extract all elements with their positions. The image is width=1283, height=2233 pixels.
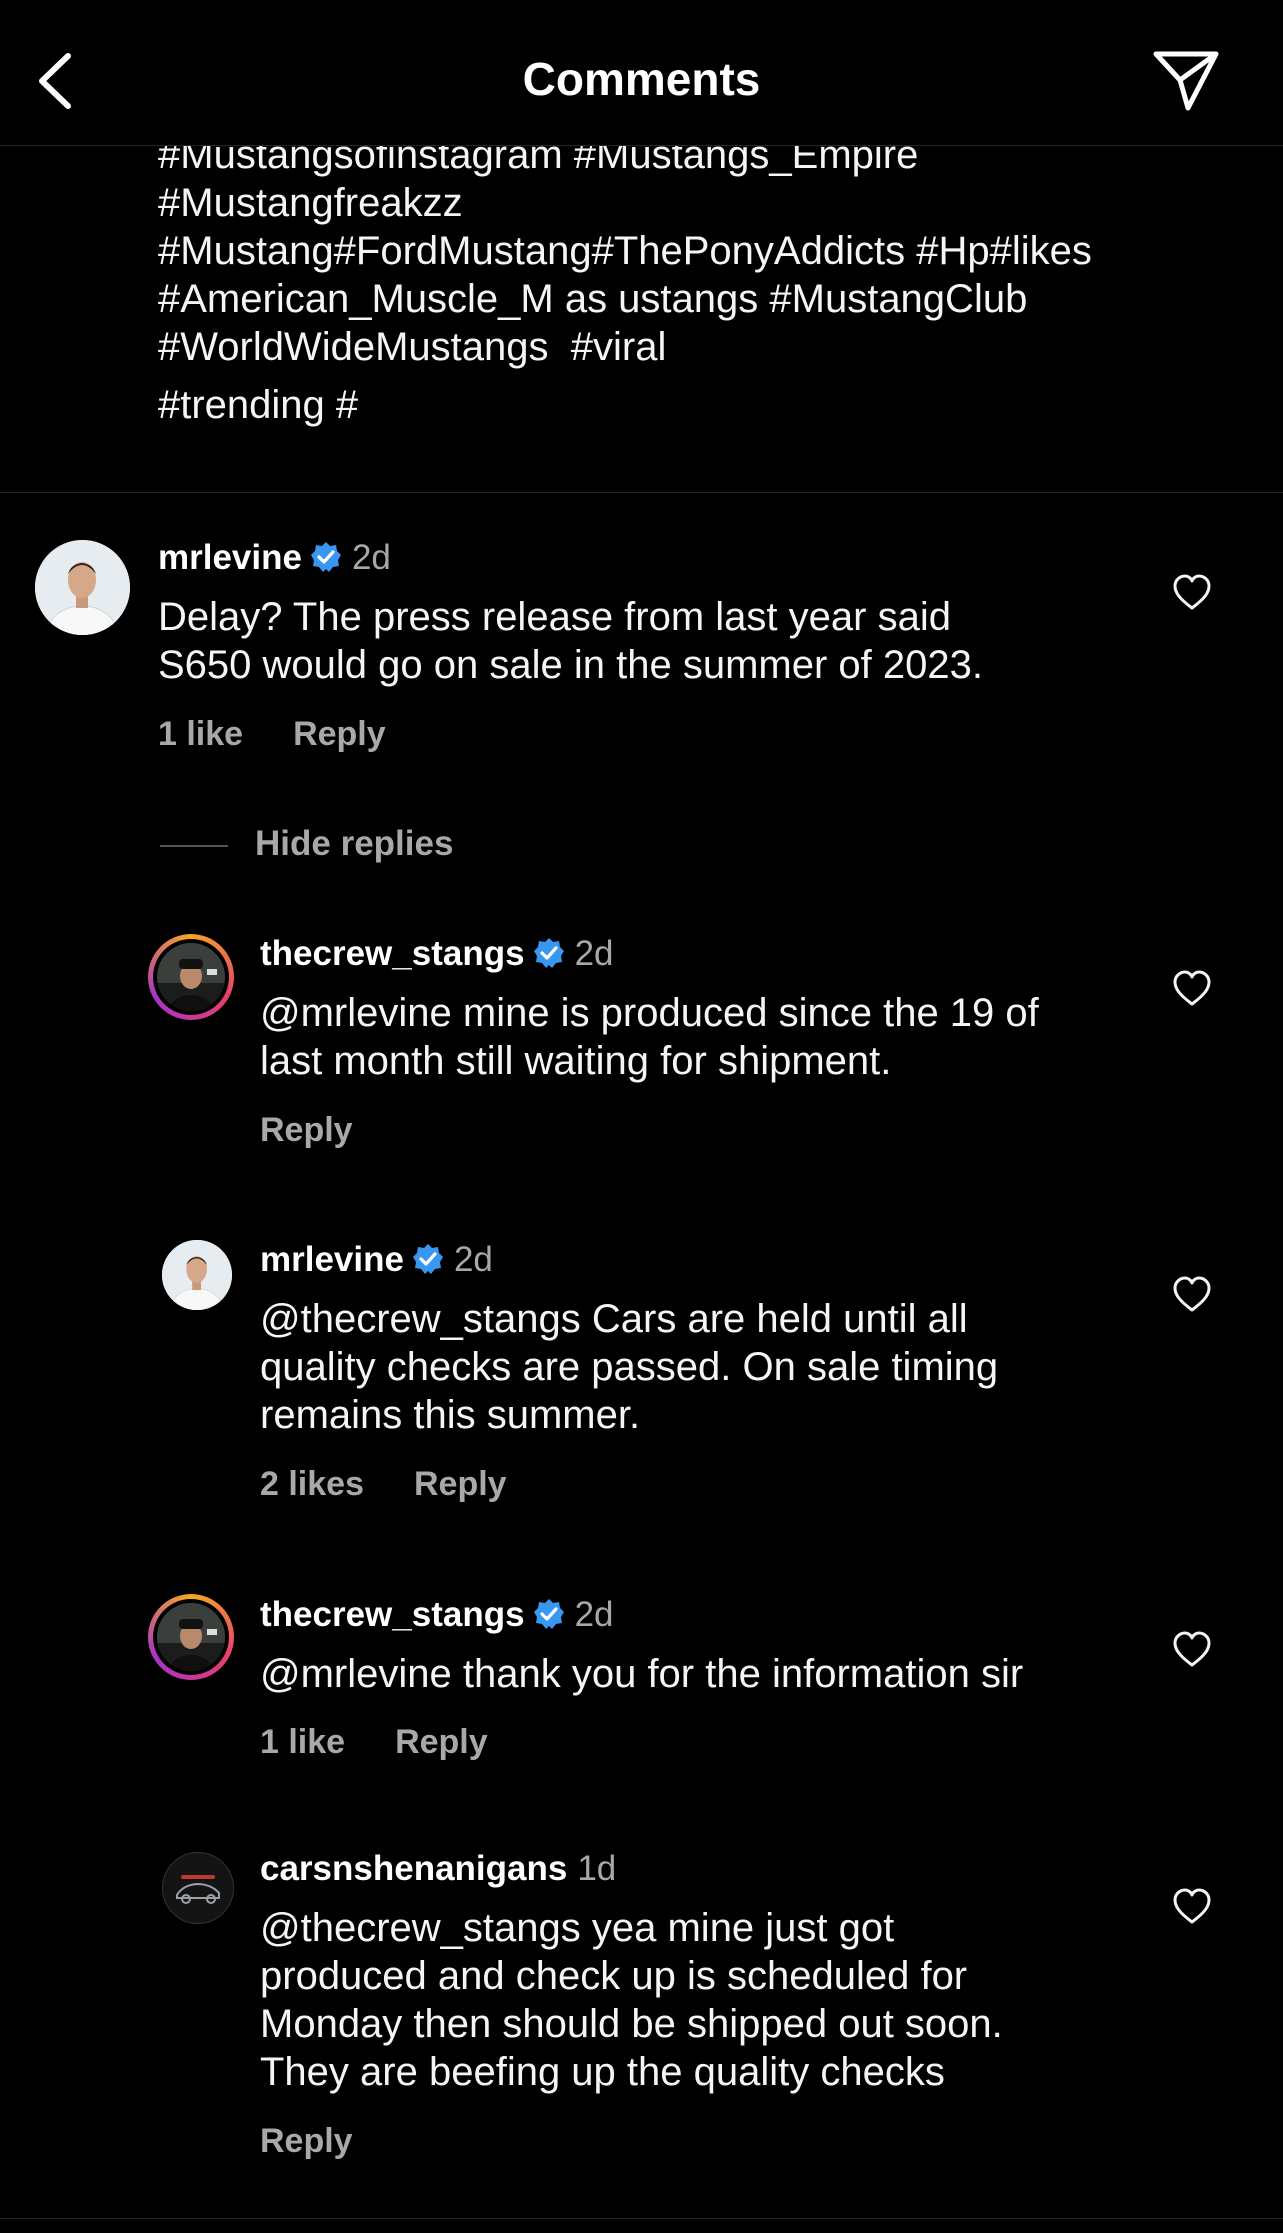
comment-line: @mrlevine mine is produced since the 19 … [260, 991, 1039, 1035]
divider [0, 2218, 1283, 2219]
heart-icon[interactable] [1172, 969, 1212, 1009]
username[interactable]: mrlevine [260, 1240, 404, 1279]
comment-line: Monday then should be shipped out soon. [260, 2002, 1003, 2046]
likes-count[interactable]: 1 like [260, 1723, 345, 1761]
comment-text: @thecrew_stangs Cars are held until all … [260, 1295, 998, 1439]
page-title: Comments [522, 53, 761, 105]
caption-line: #Mustang#FordMustang#ThePonyAddicts #Hp#… [158, 229, 1092, 273]
avatar[interactable] [162, 1852, 234, 1924]
heart-icon[interactable] [1172, 573, 1212, 613]
verified-badge-icon [412, 1244, 443, 1274]
header-bar: Comments [0, 0, 1283, 146]
username[interactable]: mrlevine [158, 538, 302, 577]
timestamp: 2d [574, 934, 614, 973]
caption-line: #trending # [158, 383, 359, 427]
likes-count[interactable]: 2 likes [260, 1465, 364, 1503]
comment-line: @thecrew_stangs yea mine just got [260, 1906, 895, 1950]
username[interactable]: carsnshenanigans [260, 1849, 567, 1888]
comment-actions: Reply [260, 2122, 353, 2161]
divider [0, 492, 1283, 493]
comment-actions: Reply [260, 1111, 353, 1150]
comment-actions: 1 like Reply [158, 715, 386, 754]
heart-icon[interactable] [1172, 1630, 1212, 1670]
comment-meta: carsnshenanigans 1d [260, 1849, 616, 1889]
comment-meta: thecrew_stangs 2d [260, 1595, 614, 1635]
caption-line: #American_Muscle_M as ustangs #MustangCl… [158, 277, 1028, 321]
comment-meta: mrlevine 2d [260, 1240, 493, 1280]
comment-line: @mrlevine thank you for the information … [260, 1652, 1024, 1696]
person-avatar-icon [162, 1240, 232, 1310]
reply-button[interactable]: Reply [260, 2122, 353, 2160]
comment-text: @mrlevine thank you for the information … [260, 1650, 1023, 1698]
person-avatar-icon [157, 1603, 225, 1671]
heart-icon[interactable] [1172, 1275, 1212, 1315]
comment-line: produced and check up is scheduled for [260, 1954, 968, 1998]
comment-line: They are beefing up the quality checks [260, 2050, 945, 2094]
verified-badge-icon [533, 1599, 564, 1629]
heart-icon[interactable] [1172, 1887, 1212, 1927]
comment-text: @thecrew_stangs yea mine just got produc… [260, 1904, 1003, 2096]
post-caption: #Mustangsofinstagram #Mustangs_Empire #M… [158, 131, 1238, 429]
avatar[interactable] [35, 540, 130, 635]
person-avatar-icon [157, 943, 225, 1011]
comment-actions: 2 likes Reply [260, 1465, 507, 1504]
story-avatar[interactable] [148, 934, 234, 1020]
comment-line: S650 would go on sale in the summer of 2… [158, 643, 983, 687]
username[interactable]: thecrew_stangs [260, 934, 525, 973]
comment-text: @mrlevine mine is produced since the 19 … [260, 989, 1039, 1085]
verified-badge-icon [310, 542, 341, 572]
timestamp: 2d [453, 1240, 493, 1279]
timestamp: 1d [577, 1849, 617, 1888]
story-avatar[interactable] [148, 1594, 234, 1680]
timestamp: 2d [351, 538, 391, 577]
divider [160, 845, 228, 847]
username[interactable]: thecrew_stangs [260, 1595, 525, 1634]
reply-button[interactable]: Reply [414, 1465, 507, 1503]
timestamp: 2d [574, 1595, 614, 1634]
reply-button[interactable]: Reply [395, 1723, 488, 1761]
paper-plane-icon[interactable] [1150, 46, 1222, 114]
reply-button[interactable]: Reply [293, 715, 386, 753]
comment-actions: 1 like Reply [260, 1723, 488, 1762]
comment-line: last month still waiting for shipment. [260, 1039, 892, 1083]
comment-line: Delay? The press release from last year … [158, 595, 951, 639]
comment-line: @thecrew_stangs Cars are held until all [260, 1297, 968, 1341]
likes-count[interactable]: 1 like [158, 715, 243, 753]
caption-line: #WorldWideMustangs #viral [158, 325, 667, 369]
avatar[interactable] [162, 1240, 232, 1310]
person-avatar-icon [35, 540, 130, 635]
car-logo-icon [163, 1853, 233, 1923]
comment-line: remains this summer. [260, 1393, 641, 1437]
verified-badge-icon [533, 938, 564, 968]
caption-line: #Mustangfreakzz [158, 181, 463, 225]
comment-line: quality checks are passed. On sale timin… [260, 1345, 999, 1389]
hide-replies-label[interactable]: Hide replies [255, 824, 453, 864]
comment-meta: thecrew_stangs 2d [260, 934, 614, 974]
comment-text: Delay? The press release from last year … [158, 593, 983, 689]
comment-meta: mrlevine 2d [158, 538, 391, 578]
reply-button[interactable]: Reply [260, 1111, 353, 1149]
